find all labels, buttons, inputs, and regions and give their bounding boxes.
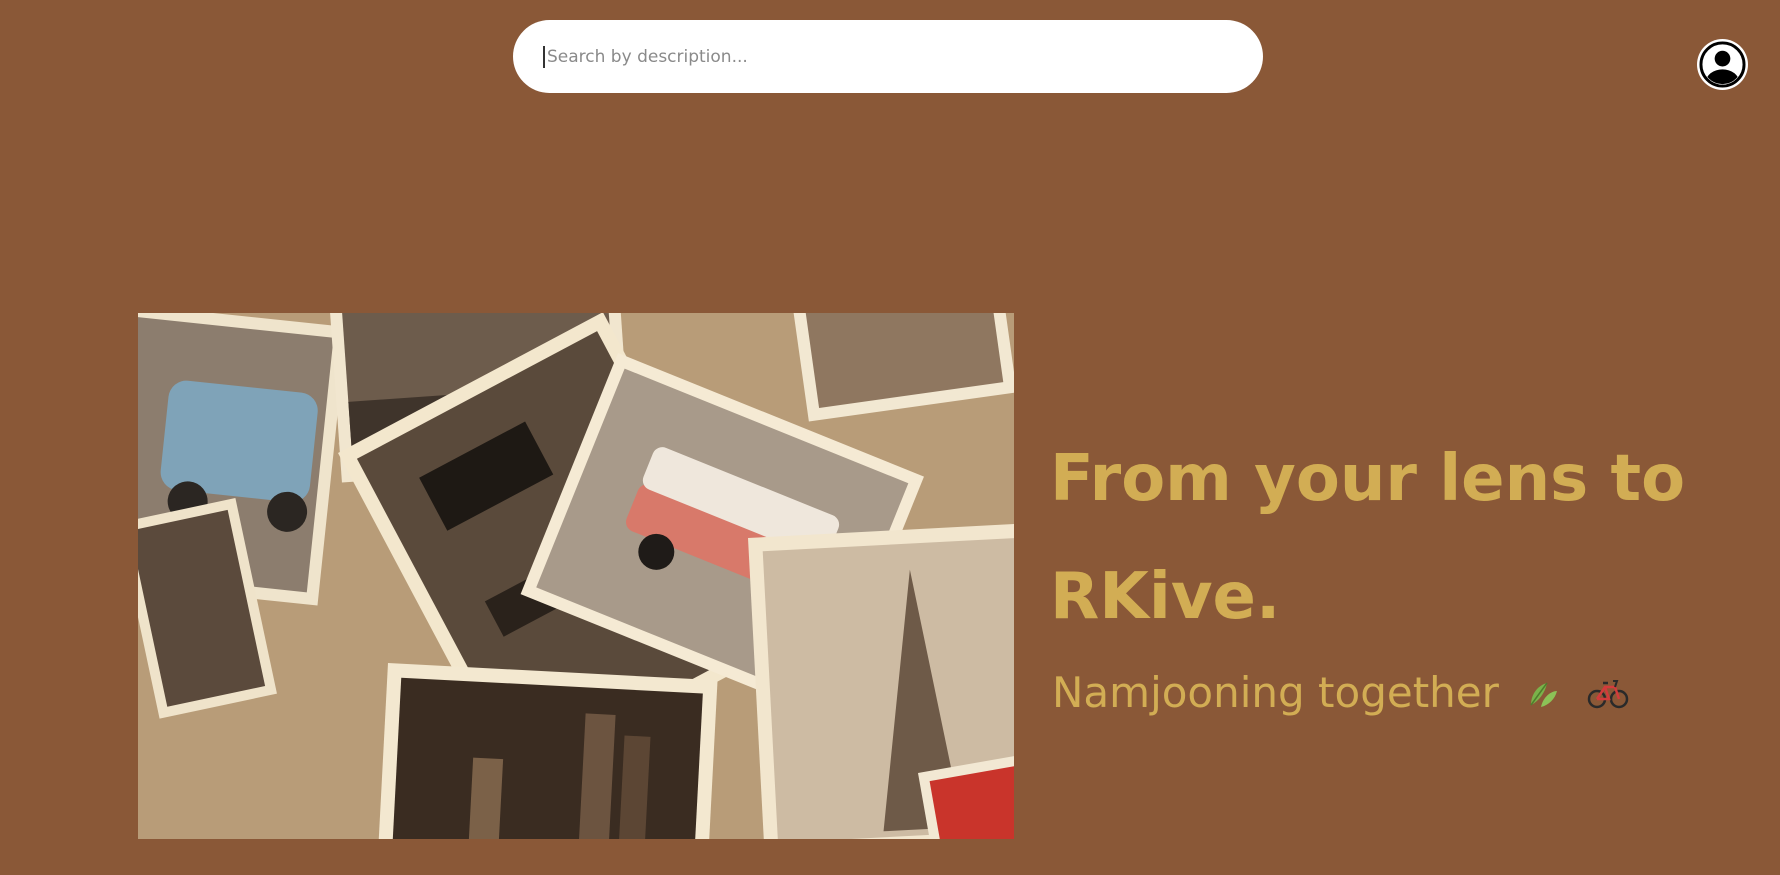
- profile-button[interactable]: [1697, 39, 1748, 90]
- hero-subtitle-text: Namjooning together: [1052, 668, 1499, 717]
- hero-title: From your lens to RKive.: [1050, 442, 1686, 634]
- search-input[interactable]: [543, 45, 1233, 68]
- leaf-icon: [1525, 675, 1561, 711]
- user-circle-icon: [1699, 41, 1746, 88]
- search-bar[interactable]: [513, 20, 1263, 93]
- postcard-collage: [138, 313, 1014, 839]
- hero-subtitle: Namjooning together: [1052, 668, 1629, 717]
- bicycle-icon: [1587, 675, 1629, 711]
- hero-image: [138, 313, 1014, 839]
